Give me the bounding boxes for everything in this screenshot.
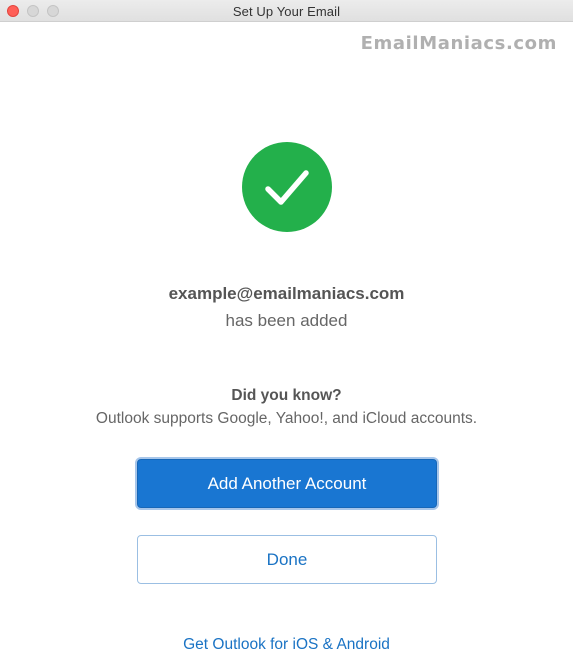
title-bar: Set Up Your Email	[0, 0, 573, 22]
account-email: example@emailmaniacs.com	[168, 284, 405, 303]
checkmark-icon	[265, 170, 309, 205]
tip-text: Outlook supports Google, Yahoo!, and iCl…	[95, 410, 478, 427]
get-outlook-mobile-link[interactable]: Get Outlook for iOS & Android	[0, 636, 573, 654]
add-another-account-button[interactable]: Add Another Account	[137, 459, 437, 508]
window-title: Set Up Your Email	[232, 4, 341, 19]
setup-email-window: Set Up Your Email EmailManiacs.com examp…	[0, 0, 573, 666]
done-button[interactable]: Done	[137, 535, 437, 584]
watermark: EmailManiacs.com	[360, 33, 557, 54]
success-badge	[242, 142, 332, 232]
status-message: has been added	[225, 311, 348, 330]
tip-heading: Did you know?	[231, 387, 342, 404]
